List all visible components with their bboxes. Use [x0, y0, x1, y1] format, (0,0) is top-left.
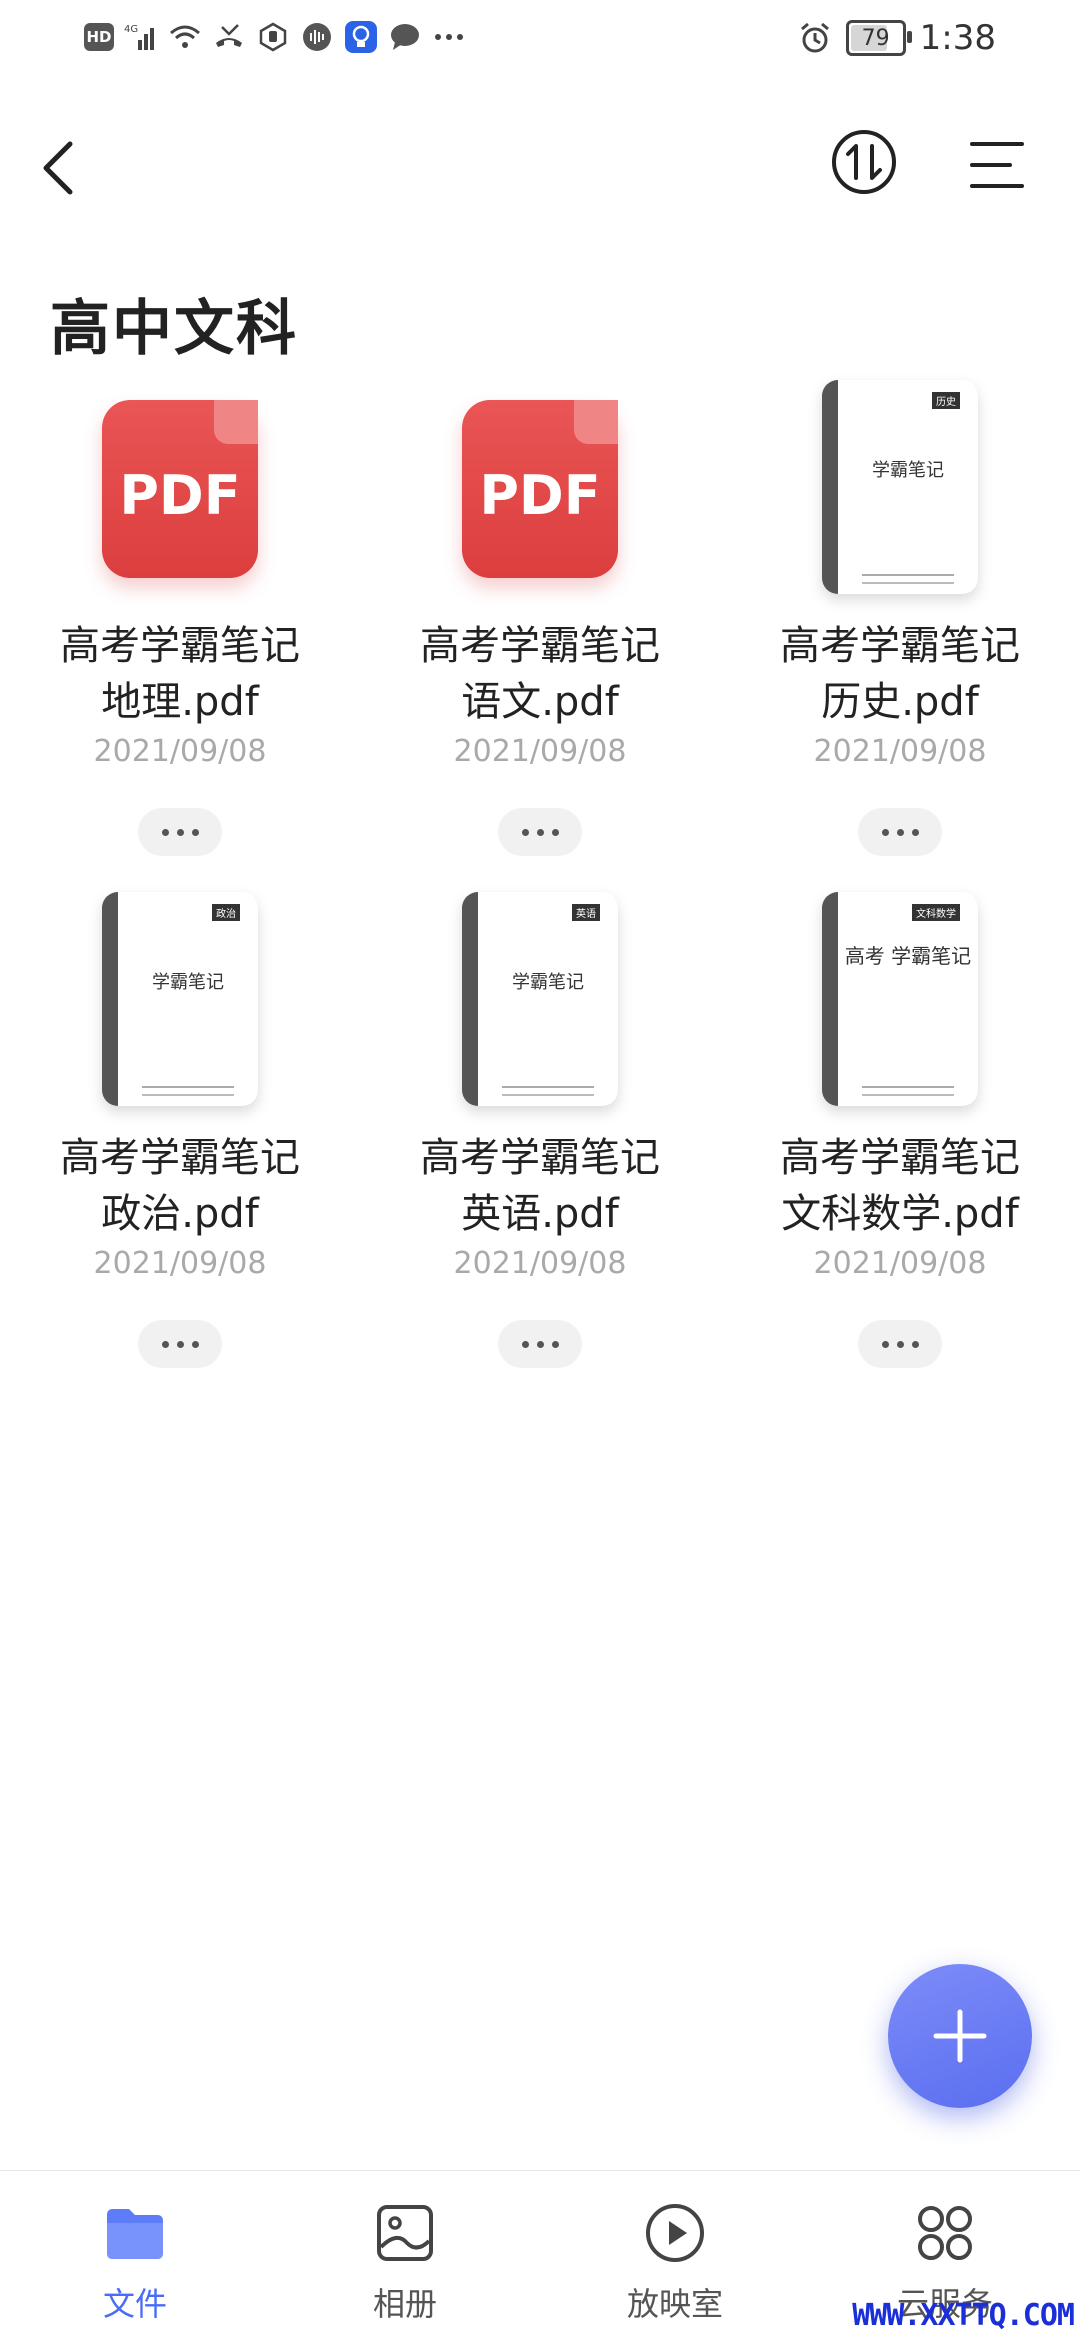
sort-arrows-icon — [832, 130, 896, 194]
missed-call-icon — [212, 20, 246, 54]
file-name: 高考学霸笔记 文科数学.pdf — [780, 1135, 1020, 1237]
more-options-button[interactable] — [138, 808, 222, 856]
back-button[interactable] — [28, 130, 108, 210]
signal-icon: 4G — [124, 20, 158, 54]
status-bar: HD 4G 79 1:38 — [0, 0, 1080, 80]
more-notifications-icon — [432, 20, 466, 54]
document-cover-thumbnail: 政治 学霸笔记 — [102, 892, 258, 1106]
clock: 1:38 — [919, 18, 996, 58]
document-cover-thumbnail: 文科数学 高考 学霸笔记 — [822, 892, 978, 1106]
tab-theater[interactable]: 放映室 — [585, 2201, 765, 2341]
file-name: 高考学霸笔记 历史.pdf — [780, 623, 1020, 725]
file-item[interactable]: 历史 学霸笔记 高考学霸笔记 历史.pdf 2021/09/08 — [720, 380, 1080, 892]
gallery-icon — [377, 2205, 433, 2261]
bottom-navigation: 文件 相册 放映室 云服务 WWW.XXTTQ.COM — [0, 2170, 1080, 2341]
cloud-services-icon — [918, 2206, 972, 2260]
alarm-icon — [798, 21, 832, 55]
pdf-file-icon: PDF — [102, 400, 258, 578]
hand-icon — [256, 20, 290, 54]
svg-text:4G: 4G — [124, 24, 138, 35]
file-name: 高考学霸笔记 英语.pdf — [420, 1135, 660, 1237]
battery-indicator: 79 — [845, 20, 912, 56]
file-item[interactable]: 英语 学霸笔记 高考学霸笔记 英语.pdf 2021/09/08 — [360, 892, 720, 1404]
wifi-icon — [168, 20, 202, 54]
watermark: WWW.XXTTQ.COM — [852, 2298, 1075, 2333]
more-options-button[interactable] — [498, 1320, 582, 1368]
file-item[interactable]: PDF 高考学霸笔记 地理.pdf 2021/09/08 — [0, 380, 360, 892]
file-date: 2021/09/08 — [813, 734, 987, 769]
document-cover-thumbnail: 英语 学霸笔记 — [462, 892, 618, 1106]
file-item[interactable]: PDF 高考学霸笔记 语文.pdf 2021/09/08 — [360, 380, 720, 892]
status-icons-left: HD 4G — [84, 20, 466, 54]
file-date: 2021/09/08 — [453, 734, 627, 769]
status-icons-right: 79 1:38 — [798, 18, 996, 58]
sort-button[interactable] — [830, 128, 898, 196]
file-name: 高考学霸笔记 地理.pdf — [60, 623, 300, 725]
file-date: 2021/09/08 — [813, 1246, 987, 1281]
more-options-button[interactable] — [858, 1320, 942, 1368]
file-name: 高考学霸笔记 语文.pdf — [420, 623, 660, 725]
list-menu-icon — [970, 142, 1024, 188]
more-options-button[interactable] — [498, 808, 582, 856]
plus-icon — [933, 2009, 987, 2063]
more-options-button[interactable] — [858, 808, 942, 856]
file-date: 2021/09/08 — [453, 1246, 627, 1281]
file-name: 高考学霸笔记 政治.pdf — [60, 1135, 300, 1237]
file-date: 2021/09/08 — [93, 734, 267, 769]
tab-files[interactable]: 文件 — [45, 2201, 225, 2341]
chevron-left-icon — [43, 141, 73, 195]
add-button[interactable] — [888, 1964, 1032, 2108]
more-options-button[interactable] — [138, 1320, 222, 1368]
file-item[interactable]: 政治 学霸笔记 高考学霸笔记 政治.pdf 2021/09/08 — [0, 892, 360, 1404]
hd-badge: HD — [84, 23, 114, 51]
tab-gallery[interactable]: 相册 — [315, 2201, 495, 2341]
page-title: 高中文科 — [50, 294, 298, 364]
message-icon — [388, 20, 422, 54]
folder-icon — [107, 2209, 163, 2259]
audio-icon — [300, 20, 334, 54]
menu-button[interactable] — [966, 140, 1026, 190]
bulb-icon — [344, 20, 378, 54]
document-cover-thumbnail: 历史 学霸笔记 — [822, 380, 978, 594]
file-item[interactable]: 文科数学 高考 学霸笔记 高考学霸笔记 文科数学.pdf 2021/09/08 — [720, 892, 1080, 1404]
file-date: 2021/09/08 — [93, 1246, 267, 1281]
pdf-file-icon: PDF — [462, 400, 618, 578]
play-circle-icon — [646, 2204, 704, 2262]
